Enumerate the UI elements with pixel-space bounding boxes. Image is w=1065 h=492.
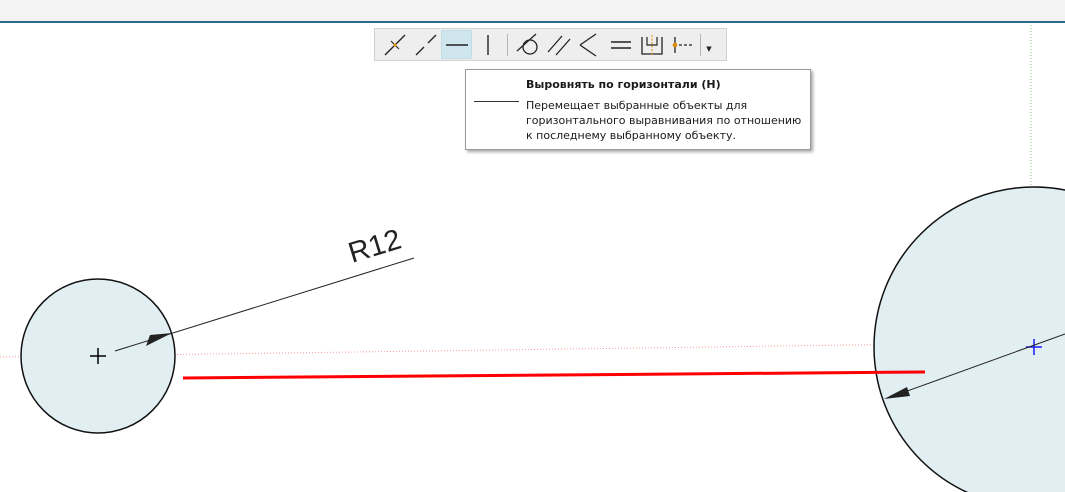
toolbar-separator [507,33,508,56]
tooltip: Выровнять по горизонтали (H) Перемещает … [465,69,811,150]
symmetric-icon [640,34,663,56]
coincident-icon [384,34,405,55]
large-circle[interactable] [873,186,1065,492]
collinear-icon [415,34,436,55]
equal-button[interactable] [605,30,636,59]
vertical-button[interactable] [472,30,503,59]
tangent-icon [516,33,538,55]
selected-line[interactable] [182,370,926,380]
fix-point-button[interactable] [667,30,698,59]
fix-point-icon [672,36,694,53]
collinear-button[interactable] [410,30,441,59]
coincident-button[interactable] [379,30,410,59]
horizontal-icon [445,43,468,46]
constraint-toolbar: ▼ [374,28,727,61]
vertical-icon [486,34,489,55]
horizontal-button[interactable] [441,30,472,59]
toolbar-separator [700,33,701,56]
tooltip-description: Перемещает выбранные объекты для горизон… [526,99,802,142]
symmetric-button[interactable] [636,30,667,59]
perpendicular-icon [579,32,596,57]
dropdown-arrow-icon[interactable]: ▼ [703,30,715,59]
tooltip-title: Выровнять по горизонтали (H) [526,78,721,91]
equal-icon [610,40,631,49]
parallel-icon [547,35,570,55]
tangent-button[interactable] [512,30,543,59]
perpendicular-button[interactable] [574,30,605,59]
horizontal-line-icon [474,101,519,102]
dimension-label-r12[interactable]: R12 [345,224,405,270]
parallel-button[interactable] [543,30,574,59]
